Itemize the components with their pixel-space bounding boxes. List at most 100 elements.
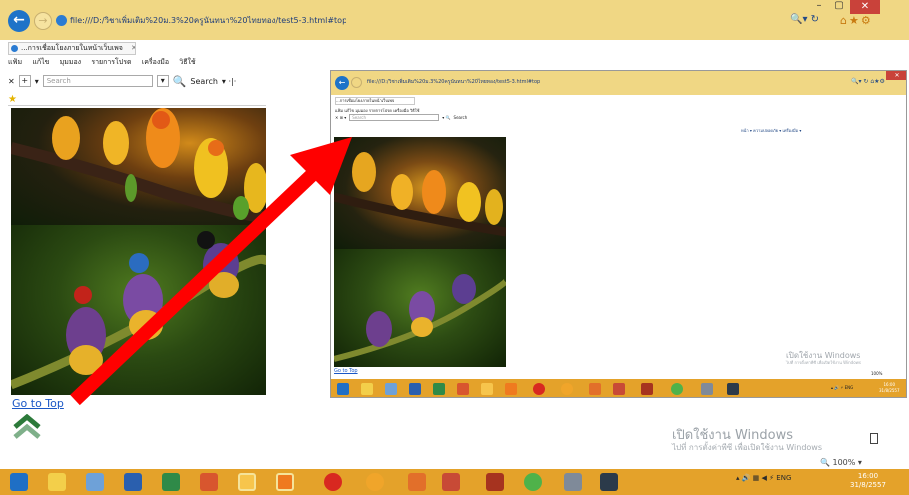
start-icon[interactable]	[10, 473, 28, 491]
address-bar[interactable]: file:///D:/วิชาเพิ่มเติม%20ม.3%20ครูนันท…	[56, 12, 346, 30]
dropdown-icon[interactable]: ▾	[35, 77, 39, 86]
system-tray[interactable]: ▴ 🔊 ▦ ◀ ⚡ ENG	[736, 474, 791, 482]
inset-printer-icon	[701, 383, 713, 395]
inset-word-icon	[409, 383, 421, 395]
search-toolbar: ✕ + ▾ Search ▾ 🔍 Search ▾ ·|·	[8, 74, 236, 88]
powerpoint-icon[interactable]	[200, 473, 218, 491]
menu-bar: แฟ้ม แก้ไข มุมมอง รายการโปรด เครื่องมือ …	[8, 57, 204, 69]
inset-command-bar: หน้า ▾ ความปลอดภัย ▾ เครื่องมือ ▾	[741, 128, 802, 133]
media-icon[interactable]	[408, 473, 426, 491]
ie-tab-icon	[11, 44, 18, 52]
finches-photo	[11, 225, 266, 395]
address-search-refresh[interactable]: 🔍▾ ↻	[790, 14, 819, 25]
inset-tab-label: ...การเชื่อมโยงภายในหน้าเว็บเพจ	[335, 97, 415, 105]
inset-go-to-top-link: Go to Top	[334, 368, 358, 374]
app-icon-2[interactable]	[524, 473, 542, 491]
printer-icon[interactable]	[564, 473, 582, 491]
menu-help[interactable]: วิธีใช้	[179, 58, 195, 66]
zoom-level[interactable]: 🔍 100% ▾	[820, 458, 862, 467]
inset-ie-icon	[481, 383, 493, 395]
inset-close-button: ✕	[886, 71, 906, 80]
tab-close-icon[interactable]: ✕	[131, 44, 135, 52]
inset-menu-item: มุมมอง	[355, 108, 368, 113]
inset-menu-bar: แฟ้ม แก้ไข มุมมอง รายการโปรด เครื่องมือ …	[335, 107, 419, 114]
paint-icon[interactable]	[442, 473, 460, 491]
inset-paint-icon	[613, 383, 625, 395]
inset-excel-icon	[433, 383, 445, 395]
search-icon[interactable]: 🔍	[173, 75, 187, 88]
maximize-button[interactable]: ▢	[830, 0, 848, 14]
inset-search-toolbar: ✕ ⊞ ▾ Search ▾ 🔍 Search	[335, 114, 467, 121]
inset-close-find-icon: ✕ ⊞ ▾	[335, 115, 347, 120]
inset-app-icon	[641, 383, 653, 395]
internet-explorer-icon[interactable]	[238, 473, 256, 491]
divider	[8, 105, 266, 106]
activation-watermark-subtitle: ไปที่ การตั้งค่าพีซี เพื่อเปิดใช้งาน Win…	[672, 443, 823, 452]
back-button[interactable]: ←	[8, 10, 30, 32]
address-text: file:///D:/วิชาเพิ่มเติม%20ม.3%20ครูนันท…	[70, 16, 346, 25]
menu-view[interactable]: มุมมอง	[60, 58, 81, 66]
file-explorer-icon[interactable]	[48, 473, 66, 491]
inset-explorer-icon	[361, 383, 373, 395]
inset-firefox-icon	[505, 383, 517, 395]
add-icon[interactable]: +	[18, 75, 31, 87]
inset-address-text: file:///D:/วิชาเพิ่มเติม%20ม.3%20ครูนันท…	[367, 79, 541, 85]
inset-screenshot: ← file:///D:/วิชาเพิ่มเติม%20ม.3%20ครูนั…	[330, 70, 907, 398]
inset-back-button: ←	[335, 76, 349, 90]
go-to-top-link[interactable]: Go to Top	[12, 397, 64, 410]
inset-start-icon	[337, 383, 349, 395]
close-button[interactable]: ✕	[850, 0, 880, 14]
inset-forward-button	[351, 77, 362, 88]
inset-powerpoint-icon	[457, 383, 469, 395]
inset-finches-photo	[333, 249, 511, 367]
ie-page-icon	[56, 15, 67, 26]
tab-label: ...การเชื่อมโยงภายในหน้าเว็บเพจ	[21, 44, 123, 52]
parrots-photo	[11, 108, 266, 225]
forward-button[interactable]: →	[34, 12, 52, 30]
excel-icon[interactable]	[162, 473, 180, 491]
inset-parrots-photo	[332, 137, 507, 249]
clock-date: 31/8/2557	[850, 481, 886, 489]
search-input[interactable]: Search	[42, 75, 153, 87]
tray-language[interactable]: ENG	[776, 474, 791, 482]
inset-search-refresh-icon: 🔍▾ ↻ ⌂★⚙	[851, 78, 885, 85]
restore-icon[interactable]	[870, 433, 878, 444]
firefox-icon[interactable]	[276, 473, 294, 491]
inset-watermark-subtitle: ไปที่ การตั้งค่าพีซี เพื่อเปิดใช้งาน Win…	[786, 360, 862, 365]
ie-pinned-icon[interactable]	[600, 473, 618, 491]
close-find-icon[interactable]: ✕	[8, 77, 15, 86]
app-icon[interactable]	[486, 473, 504, 491]
browser-tab[interactable]: ...การเชื่อมโยงภายในหน้าเว็บเพจ ✕	[8, 42, 136, 55]
inset-app-icon-2	[671, 383, 683, 395]
chrome-like-icon[interactable]	[366, 473, 384, 491]
search-dropdown-icon[interactable]: ▾	[156, 75, 169, 87]
minimize-button[interactable]: –	[810, 0, 828, 14]
inset-search-label: Search	[453, 115, 468, 120]
opera-icon[interactable]	[324, 473, 342, 491]
inset-clock-date: 31/8/2557	[879, 388, 900, 393]
inset-menu-item: รายการโปรด	[368, 108, 392, 113]
home-favorites-tools-icons[interactable]: ⌂★⚙	[840, 14, 873, 27]
inset-zoom-level: 100%	[871, 371, 883, 376]
scroll-up-chevron-icon[interactable]	[12, 414, 42, 440]
inset-menu-item: แก้ไข	[344, 108, 355, 113]
word-icon[interactable]	[124, 473, 142, 491]
menu-tools[interactable]: เครื่องมือ	[142, 58, 169, 66]
menu-edit[interactable]: แก้ไข	[32, 58, 49, 66]
notepad-icon[interactable]	[86, 473, 104, 491]
inset-search-icon: ▾ 🔍	[442, 115, 451, 120]
search-button-label[interactable]: Search	[190, 77, 217, 86]
inset-search-input: Search	[349, 114, 440, 121]
favorites-star-icon[interactable]: ★	[8, 94, 17, 105]
menu-file[interactable]: แฟ้ม	[8, 58, 22, 66]
inset-notepad-icon	[385, 383, 397, 395]
more-options-icon[interactable]: ▾ ·|·	[222, 77, 236, 86]
menu-favorites[interactable]: รายการโปรด	[91, 58, 131, 66]
inset-tray: ▴ 🔊 ⚡ ENG	[831, 385, 854, 390]
inset-opera-icon	[533, 383, 545, 395]
inset-pinned-icon	[727, 383, 739, 395]
clock[interactable]: 16:00 31/8/2557	[850, 472, 886, 490]
clock-time: 16:00	[857, 472, 879, 480]
inset-menu-item: วิธีใช้	[410, 108, 420, 113]
inset-browser-icon	[561, 383, 573, 395]
